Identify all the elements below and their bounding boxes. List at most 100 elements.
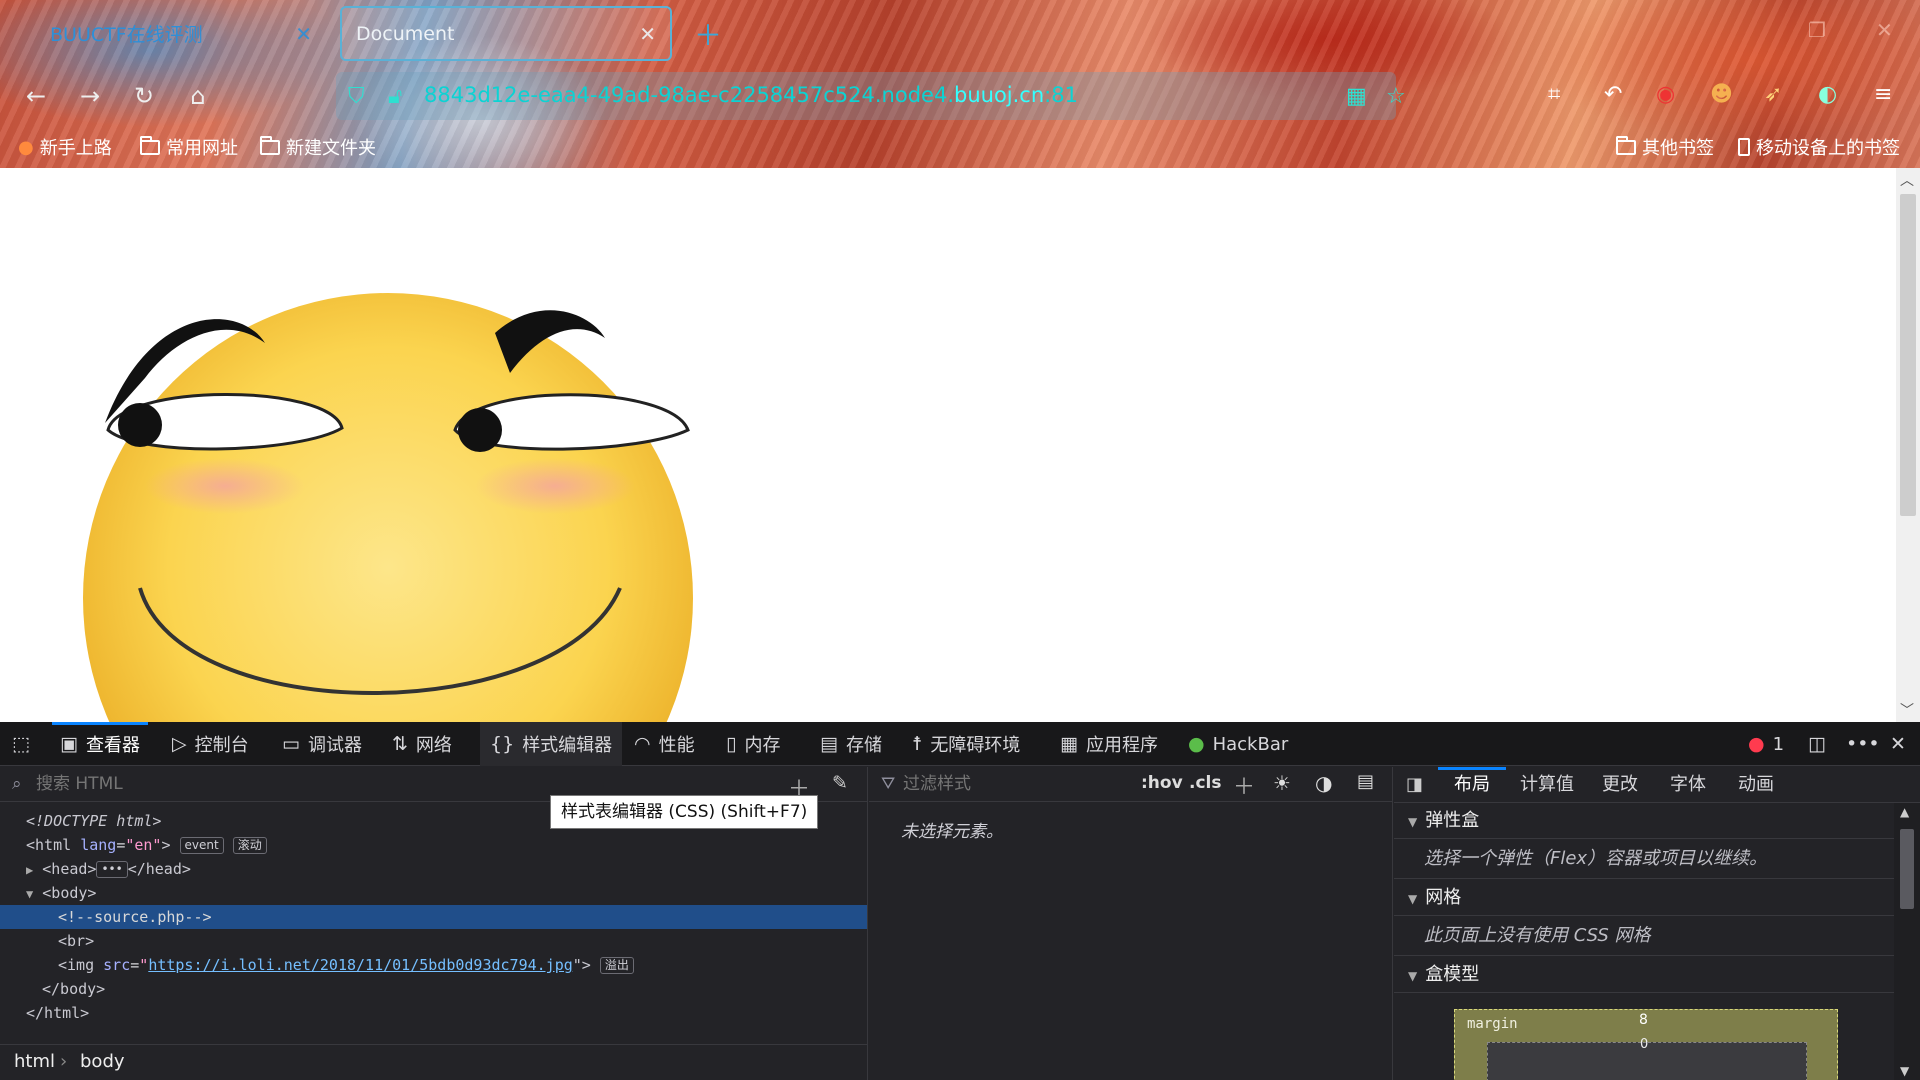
monkey-icon[interactable]: ☻ xyxy=(1710,82,1733,107)
restore-icon[interactable]: ❐ xyxy=(1808,18,1826,42)
firefox-icon: ● xyxy=(18,136,34,158)
flexbox-section-header[interactable]: ▼ 弹性盒 xyxy=(1394,803,1894,839)
shield-icon[interactable]: ⛉ xyxy=(348,84,365,109)
extension-globe-icon[interactable]: ◐ xyxy=(1818,82,1837,107)
boxmodel-margin[interactable]: margin 8 0 xyxy=(1454,1009,1838,1080)
tab-console[interactable]: ▷ 控制台 xyxy=(172,722,249,766)
print-media-icon[interactable]: ▤ xyxy=(1357,771,1374,792)
rocket-icon[interactable]: ➶ xyxy=(1764,82,1782,107)
tab-performance[interactable]: ◠ 性能 xyxy=(634,722,695,766)
add-rule-icon[interactable]: ＋ xyxy=(1233,769,1255,801)
close-devtools-icon[interactable]: ✕ xyxy=(1890,722,1906,766)
back-icon[interactable]: ← xyxy=(18,78,54,114)
pick-element-icon[interactable]: ⬚ xyxy=(12,722,30,766)
url-text: 8843d12e-eaa4-49ad-98ae-c2258457c524.nod… xyxy=(424,83,1078,107)
folder-icon xyxy=(1616,135,1636,155)
markup-comment[interactable]: <!--source.php--> xyxy=(0,905,867,929)
tab-style-editor[interactable]: {} 样式编辑器 xyxy=(480,722,623,766)
chevron-up-icon[interactable]: ︿ xyxy=(1900,170,1914,190)
reload-icon[interactable]: ↻ xyxy=(126,78,162,114)
markup-html-close[interactable]: </html> xyxy=(0,1001,867,1025)
boxmodel-section-header[interactable]: ▼ 盒模型 xyxy=(1394,957,1894,993)
new-tab-icon[interactable]: ＋ xyxy=(694,14,722,54)
tab-fonts[interactable]: 字体 xyxy=(1670,767,1706,803)
tab-animations[interactable]: 动画 xyxy=(1738,767,1774,803)
folder-icon xyxy=(260,135,280,155)
home-icon[interactable]: ⌂ xyxy=(180,78,216,114)
lock-icon[interactable]: 🔓︎ xyxy=(388,84,402,109)
breadcrumb-html[interactable]: html xyxy=(14,1051,55,1072)
collapse-icon[interactable]: ▼ xyxy=(26,887,33,901)
error-icon: ● xyxy=(1748,733,1765,755)
chevron-down-icon[interactable]: ▼ xyxy=(1900,1064,1909,1078)
markup-html[interactable]: <html lang="en"> event 滚动 xyxy=(0,833,867,857)
eyedropper-icon[interactable]: ✎ xyxy=(832,772,848,794)
tab-inspector[interactable]: ▣ 查看器 xyxy=(52,722,148,766)
tab-memory[interactable]: ▯ 内存 xyxy=(726,722,780,766)
tab-computed[interactable]: 计算值 xyxy=(1520,767,1574,803)
extension-red-icon[interactable]: ◉ xyxy=(1656,82,1675,107)
more-options-icon[interactable]: ••• xyxy=(1846,722,1880,766)
chevron-down-icon[interactable]: ﹀ xyxy=(1900,700,1914,720)
chevron-up-icon[interactable]: ▲ xyxy=(1900,805,1909,819)
overflow-badge[interactable]: 溢出 xyxy=(599,957,634,974)
grid-section-header[interactable]: ▼ 网格 xyxy=(1394,880,1894,916)
star-icon[interactable]: ☆ xyxy=(1386,84,1406,109)
tab-debugger[interactable]: ▭ 调试器 xyxy=(282,722,362,766)
toggle-sidebar-icon[interactable]: ◨ xyxy=(1406,774,1423,795)
bookmark-common-sites[interactable]: 常用网址 xyxy=(140,134,238,160)
img-src-link[interactable]: https://i.loli.net/2018/11/01/5bdb0d93dc… xyxy=(148,956,572,974)
scrollbar-thumb[interactable] xyxy=(1900,829,1914,909)
markup-img[interactable]: <img src="https://i.loli.net/2018/11/01/… xyxy=(0,953,867,977)
dock-side-icon[interactable]: ◫ xyxy=(1808,722,1826,766)
hov-toggle[interactable]: :hov xyxy=(1141,773,1183,793)
close-icon[interactable]: ✕ xyxy=(295,22,312,46)
page-scrollbar[interactable]: ︿ ﹀ xyxy=(1896,168,1920,722)
breadcrumb-separator-icon: › xyxy=(60,1051,68,1072)
window-close-icon[interactable]: ✕ xyxy=(1876,18,1893,42)
tab-layout[interactable]: 布局 xyxy=(1438,767,1506,803)
tab-document[interactable]: Document ✕ xyxy=(340,6,672,61)
markup-body-close[interactable]: </body> xyxy=(0,977,867,1001)
tab-application[interactable]: ▦ 应用程序 xyxy=(1060,722,1158,766)
margin-top-value[interactable]: 8 xyxy=(1639,1012,1648,1028)
scrollbar-thumb[interactable] xyxy=(1900,194,1916,516)
bookmark-getting-started[interactable]: ● 新手上路 xyxy=(18,134,112,160)
cls-toggle[interactable]: .cls xyxy=(1189,773,1221,793)
qrcode-icon[interactable]: ▦ xyxy=(1346,84,1367,109)
network-icon: ⇅ xyxy=(392,733,408,755)
event-badge[interactable]: event xyxy=(179,837,224,854)
error-indicator[interactable]: ● 1 xyxy=(1748,722,1784,766)
menu-icon[interactable]: ≡ xyxy=(1874,82,1892,107)
search-html-input[interactable] xyxy=(34,773,754,795)
markup-body[interactable]: ▼ <body> xyxy=(0,881,867,905)
tab-buuctf[interactable]: BUUCTF在线评测 ✕ xyxy=(36,6,326,61)
close-icon[interactable]: ✕ xyxy=(639,22,656,46)
expand-icon[interactable]: ▶ xyxy=(26,863,33,877)
bookmark-other[interactable]: 其他书签 xyxy=(1616,134,1714,160)
tab-accessibility[interactable]: ☨ 无障碍环境 xyxy=(912,722,1020,766)
scroll-badge[interactable]: 滚动 xyxy=(232,837,267,854)
tab-hackbar[interactable]: ● HackBar xyxy=(1188,722,1288,766)
undo-icon[interactable]: ↶ xyxy=(1604,82,1622,107)
crop-icon[interactable]: ⌗ xyxy=(1548,82,1560,107)
contrast-icon[interactable]: ◑ xyxy=(1315,771,1332,795)
markup-br[interactable]: <br> xyxy=(0,929,867,953)
markup-head[interactable]: ▶ <head> ••• </head> xyxy=(0,857,867,881)
tab-network[interactable]: ⇅ 网络 xyxy=(392,722,452,766)
ellipsis-badge[interactable]: ••• xyxy=(96,861,128,878)
filter-styles-input[interactable] xyxy=(901,773,1131,795)
forward-icon[interactable]: → xyxy=(72,78,108,114)
bookmark-mobile[interactable]: 移动设备上的书签 xyxy=(1738,134,1900,160)
light-theme-icon[interactable]: ☀ xyxy=(1273,771,1291,795)
bookmark-new-folder[interactable]: 新建文件夹 xyxy=(260,134,376,160)
collapse-icon: ▼ xyxy=(1408,815,1418,829)
layout-tabbar: ◨ 布局 计算值 更改 字体 动画 xyxy=(1394,767,1920,803)
layout-scrollbar[interactable]: ▲ ▼ xyxy=(1894,803,1920,1080)
tab-storage[interactable]: ▤ 存储 xyxy=(820,722,882,766)
border-top-value[interactable]: 0 xyxy=(1640,1037,1648,1052)
address-bar[interactable]: ⛉ 🔓︎ 8843d12e-eaa4-49ad-98ae-c2258457c52… xyxy=(336,72,1406,120)
breadcrumb-body[interactable]: body xyxy=(80,1051,125,1072)
braces-icon: {} xyxy=(490,733,515,755)
tab-changes[interactable]: 更改 xyxy=(1602,767,1638,803)
